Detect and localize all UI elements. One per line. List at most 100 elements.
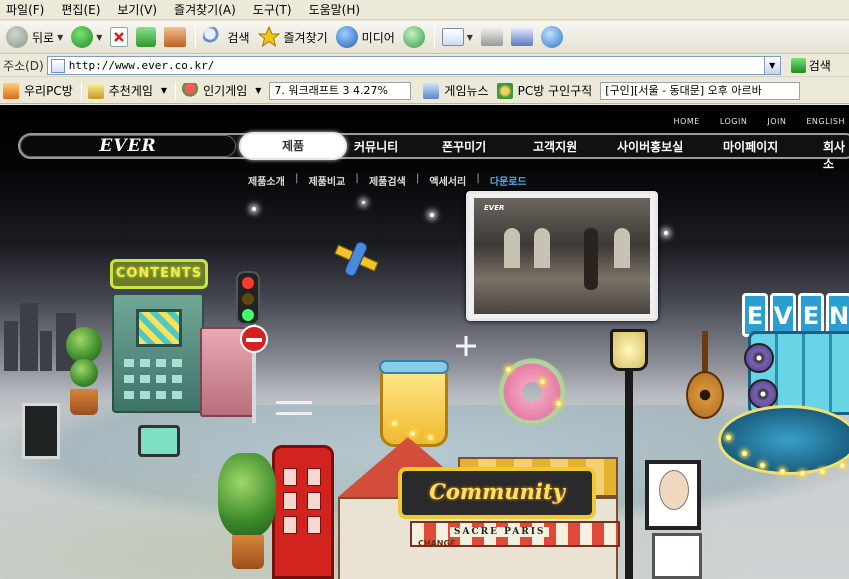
nav-support[interactable]: 고객지원	[533, 138, 577, 155]
sparkle-icon	[252, 207, 256, 211]
change-label: CHANGE	[418, 539, 456, 548]
edit-icon	[510, 28, 533, 46]
subnav-compare[interactable]: 제품비교	[308, 173, 345, 188]
home-button[interactable]	[161, 23, 189, 51]
promo-video[interactable]: EVER	[466, 191, 658, 321]
sparkle-icon	[430, 213, 434, 217]
street-lamp-icon	[610, 329, 648, 371]
contents-sign[interactable]: CONTENTS	[110, 259, 208, 289]
toolbar-separator	[433, 25, 435, 49]
pin-icon	[182, 82, 199, 99]
toolbar-separator	[195, 25, 197, 49]
mona-lisa-frame[interactable]	[652, 533, 702, 579]
history-button[interactable]	[400, 23, 428, 51]
popular-game-ticker[interactable]: 7. 워크래프트 3 4.27%	[269, 81, 412, 100]
subnav-accessory[interactable]: 액세서리	[429, 173, 466, 188]
printer-icon	[480, 28, 503, 46]
guitar-icon[interactable]	[684, 331, 726, 421]
link-popular-games[interactable]: 인기게임 ▼	[182, 82, 261, 99]
menu-bar: 파일(F) 편집(E) 보기(V) 즐겨찾기(A) 도구(T) 도움말(H)	[0, 0, 849, 20]
link-label: 추천게임	[108, 84, 153, 98]
link-game-news[interactable]: 게임뉴스	[423, 82, 489, 99]
nav-company[interactable]: 회사소	[823, 138, 849, 172]
contents-building[interactable]	[112, 293, 204, 413]
traffic-light-icon	[236, 271, 260, 325]
mail-button[interactable]: ▼	[439, 23, 476, 51]
back-arrow-icon	[6, 26, 28, 48]
home-icon	[164, 27, 187, 47]
music-stage[interactable]	[718, 405, 849, 475]
print-button[interactable]	[478, 23, 506, 51]
page-icon	[50, 58, 65, 73]
nav-phone-deco[interactable]: 폰꾸미기	[442, 138, 486, 155]
search-button[interactable]: 검색	[200, 23, 252, 51]
links-bar: 우리PC방 추천게임 ▼ 인기게임 ▼ 7. 워크래프트 3 4.27% 게임뉴…	[0, 78, 849, 104]
address-url[interactable]: http://www.ever.co.kr/	[69, 59, 215, 72]
portrait-frame[interactable]	[645, 460, 701, 530]
link-label: 인기게임	[203, 84, 248, 98]
toolbar: 뒤로 ▼ ▼ 검색 즐겨찾기 미디어 ▼	[0, 21, 849, 54]
jobs-ticker[interactable]: [구인][서울 - 동대문] 오후 아르바	[600, 81, 801, 100]
media-globe-icon	[335, 26, 358, 48]
link-label: 우리PC방	[24, 84, 73, 98]
menu-file[interactable]: 파일(F)	[6, 1, 44, 18]
tv-set-icon	[138, 425, 180, 457]
edit-button[interactable]	[508, 23, 536, 51]
nav-mypage[interactable]: 마이페이지	[723, 138, 778, 155]
refresh-button[interactable]	[133, 23, 159, 51]
community-sign[interactable]: Community	[398, 467, 596, 519]
favorites-button[interactable]: 즐겨찾기	[255, 23, 331, 51]
web-page: HOME LOGIN JOIN ENGLISH EVER 제품 커뮤니티 폰꾸미…	[0, 105, 849, 579]
go-arrow-icon	[790, 58, 806, 73]
menu-view[interactable]: 보기(V)	[117, 1, 157, 18]
back-button[interactable]: 뒤로 ▼	[3, 23, 66, 51]
link-home[interactable]: HOME	[674, 117, 700, 126]
address-dropdown[interactable]: ▼	[763, 57, 780, 74]
search-icon	[203, 27, 224, 47]
bench-icon	[276, 401, 312, 415]
subnav-download[interactable]: 다운로드	[490, 173, 527, 188]
nav-products[interactable]: 제품	[239, 132, 347, 160]
link-our-pcbang[interactable]: 우리PC방	[3, 82, 73, 99]
link-label: 게임뉴스	[444, 84, 489, 98]
chalkboard-sign	[22, 403, 60, 459]
favorites-label: 즐겨찾기	[283, 30, 328, 45]
chevron-down-icon[interactable]: ▼	[96, 33, 102, 42]
media-label: 미디어	[361, 30, 395, 45]
go-button[interactable]: 검색	[790, 57, 831, 74]
forward-button[interactable]: ▼	[68, 23, 105, 51]
history-icon	[402, 26, 425, 48]
link-recommended-games[interactable]: 추천게임 ▼	[87, 82, 167, 99]
link-login[interactable]: LOGIN	[720, 117, 748, 126]
link-label: PC방 구인구직	[517, 84, 593, 98]
chevron-down-icon[interactable]: ▼	[161, 86, 167, 95]
messenger-button[interactable]	[538, 23, 566, 51]
chevron-down-icon[interactable]: ▼	[255, 86, 261, 95]
nav-community[interactable]: 커뮤니티	[354, 138, 398, 155]
phone-booth-icon[interactable]	[272, 445, 334, 579]
ever-logo[interactable]: EVER	[20, 135, 236, 157]
windmill-icon	[456, 336, 476, 356]
menu-help[interactable]: 도움말(H)	[309, 1, 361, 18]
cafe-label: SACRE PARIS	[450, 527, 550, 537]
media-button[interactable]: 미디어	[333, 23, 398, 51]
video-screen[interactable]: EVER	[474, 198, 650, 314]
subnav-search[interactable]: 제품검색	[369, 173, 406, 188]
link-english[interactable]: ENGLISH	[806, 117, 845, 126]
stop-button[interactable]	[107, 23, 131, 51]
menu-favorites[interactable]: 즐겨찾기(A)	[174, 1, 236, 18]
address-bar: 주소(D) http://www.ever.co.kr/ ▼ 검색	[0, 55, 849, 77]
speaker-icon	[748, 379, 778, 409]
link-pcbang-jobs[interactable]: PC방 구인구직	[496, 82, 593, 99]
address-input[interactable]: http://www.ever.co.kr/ ▼	[46, 56, 781, 75]
no-entry-sign-icon	[240, 325, 268, 353]
chevron-down-icon[interactable]: ▼	[467, 33, 473, 42]
link-join[interactable]: JOIN	[767, 117, 786, 126]
search-label: 검색	[227, 30, 250, 45]
back-label: 뒤로	[32, 30, 55, 45]
menu-edit[interactable]: 편집(E)	[61, 1, 100, 18]
nav-cyber-pr[interactable]: 사이버홍보실	[617, 138, 683, 155]
menu-tools[interactable]: 도구(T)	[253, 1, 292, 18]
chevron-down-icon[interactable]: ▼	[57, 33, 63, 42]
subnav-intro[interactable]: 제품소개	[248, 173, 285, 188]
